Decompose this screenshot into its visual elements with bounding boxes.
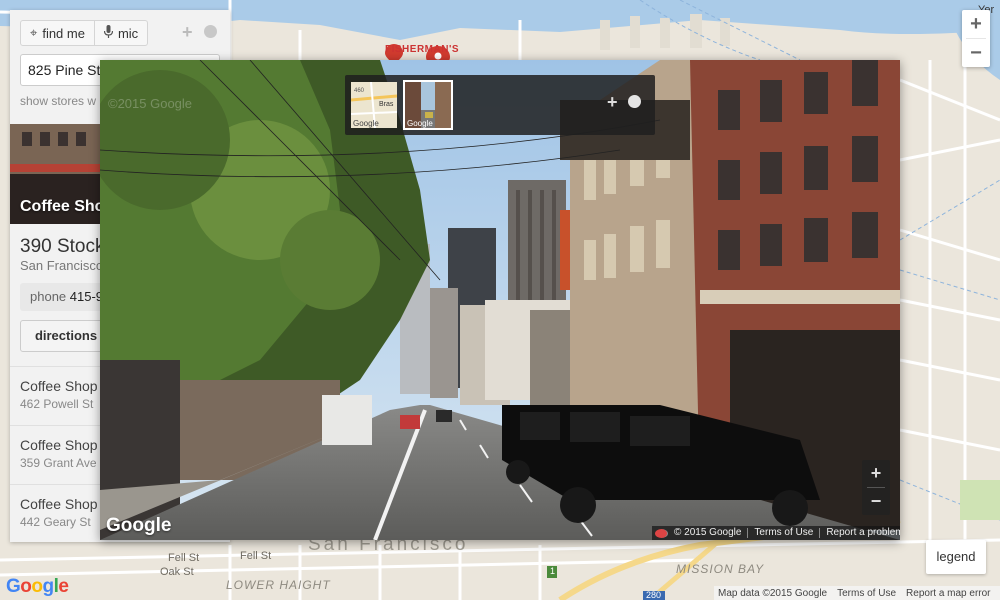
store-address: 462 Powell St	[20, 397, 94, 411]
phone-value: 415-9	[69, 289, 104, 304]
place-label: LOWER HAIGHT	[226, 578, 331, 592]
streetview-zoom-out-button[interactable]: −	[862, 488, 890, 515]
google-logo: Google	[106, 515, 172, 536]
street-view-panorama[interactable]: ©2015 Google 460 Bras Google Google + + …	[100, 60, 900, 540]
store-address: 390 Stock	[20, 236, 105, 257]
view-switcher: 460 Bras Google Google +	[345, 75, 655, 135]
microphone-icon	[103, 25, 114, 41]
map-attribution: Map data ©2015 Google Terms of Use Repor…	[714, 586, 1000, 600]
streetview-thumbnail-image: Google	[405, 82, 451, 128]
report-problem-link[interactable]: Report a problem	[820, 528, 900, 538]
dot-icon[interactable]	[204, 25, 217, 38]
crosshair-icon: ⌖	[30, 25, 38, 40]
report-map-error-link[interactable]: Report a map error	[906, 588, 990, 599]
streetview-thumbnail[interactable]: Google	[403, 80, 453, 130]
warning-icon	[655, 528, 668, 538]
map-data-text: Map data ©2015 Google	[718, 587, 828, 599]
directions-button[interactable]: directions	[20, 320, 112, 352]
phone-label: phone	[30, 289, 67, 304]
thumb-logo: Google	[353, 119, 379, 128]
street-label: Fell St	[240, 550, 272, 562]
thumb-map-text: Bras	[379, 101, 394, 108]
copyright-text: © 2015 Google	[668, 528, 749, 538]
panel-toolbar: ⌖ find me mic	[20, 20, 149, 46]
watermark-text: ©2015 Google	[108, 96, 192, 111]
place-label: MISSION BAY	[676, 562, 765, 576]
store-address: 442 Geary St	[20, 515, 91, 529]
map-zoom-control: + −	[962, 10, 990, 67]
terms-link[interactable]: Terms of Use	[837, 588, 896, 599]
thumb-logo: Google	[407, 119, 433, 128]
mic-button[interactable]: mic	[94, 20, 149, 46]
plus-icon[interactable]: +	[607, 92, 618, 113]
store-address: 359 Grant Ave	[20, 456, 97, 470]
legend-button[interactable]: legend	[926, 540, 986, 574]
store-name: Coffee Shop	[20, 437, 98, 453]
store-name: Coffee Shop	[20, 496, 98, 512]
plus-icon[interactable]: +	[182, 22, 193, 43]
show-stores-text[interactable]: show stores w	[20, 94, 96, 108]
dot-icon[interactable]	[628, 95, 641, 108]
streetview-zoom-control: + −	[862, 460, 890, 515]
streetview-attribution: © 2015 Google Terms of Use Report a prob…	[652, 526, 900, 540]
store-city: San Francisco	[20, 258, 104, 273]
google-logo[interactable]: Google	[6, 576, 69, 598]
terms-link[interactable]: Terms of Use	[748, 528, 821, 538]
street-label: Oak St	[160, 566, 194, 578]
street-label: Fell St	[168, 552, 200, 564]
thumb-map-text: 460	[354, 88, 365, 94]
find-me-label: find me	[42, 25, 85, 41]
find-me-button[interactable]: ⌖ find me	[20, 20, 95, 46]
map-thumbnail-image: 460 Bras Google	[351, 82, 397, 128]
map-thumbnail[interactable]: 460 Bras Google	[349, 80, 399, 130]
route-shield-label: 1	[550, 566, 556, 576]
map-zoom-in-button[interactable]: +	[962, 10, 990, 38]
store-name: Coffee Shop	[20, 378, 98, 394]
streetview-zoom-in-button[interactable]: +	[862, 460, 890, 487]
place-label: FISHERMAN'S	[385, 44, 459, 55]
mic-label: mic	[117, 25, 139, 41]
route-shield-label: 280	[646, 590, 662, 600]
map-zoom-out-button[interactable]: −	[962, 39, 990, 67]
